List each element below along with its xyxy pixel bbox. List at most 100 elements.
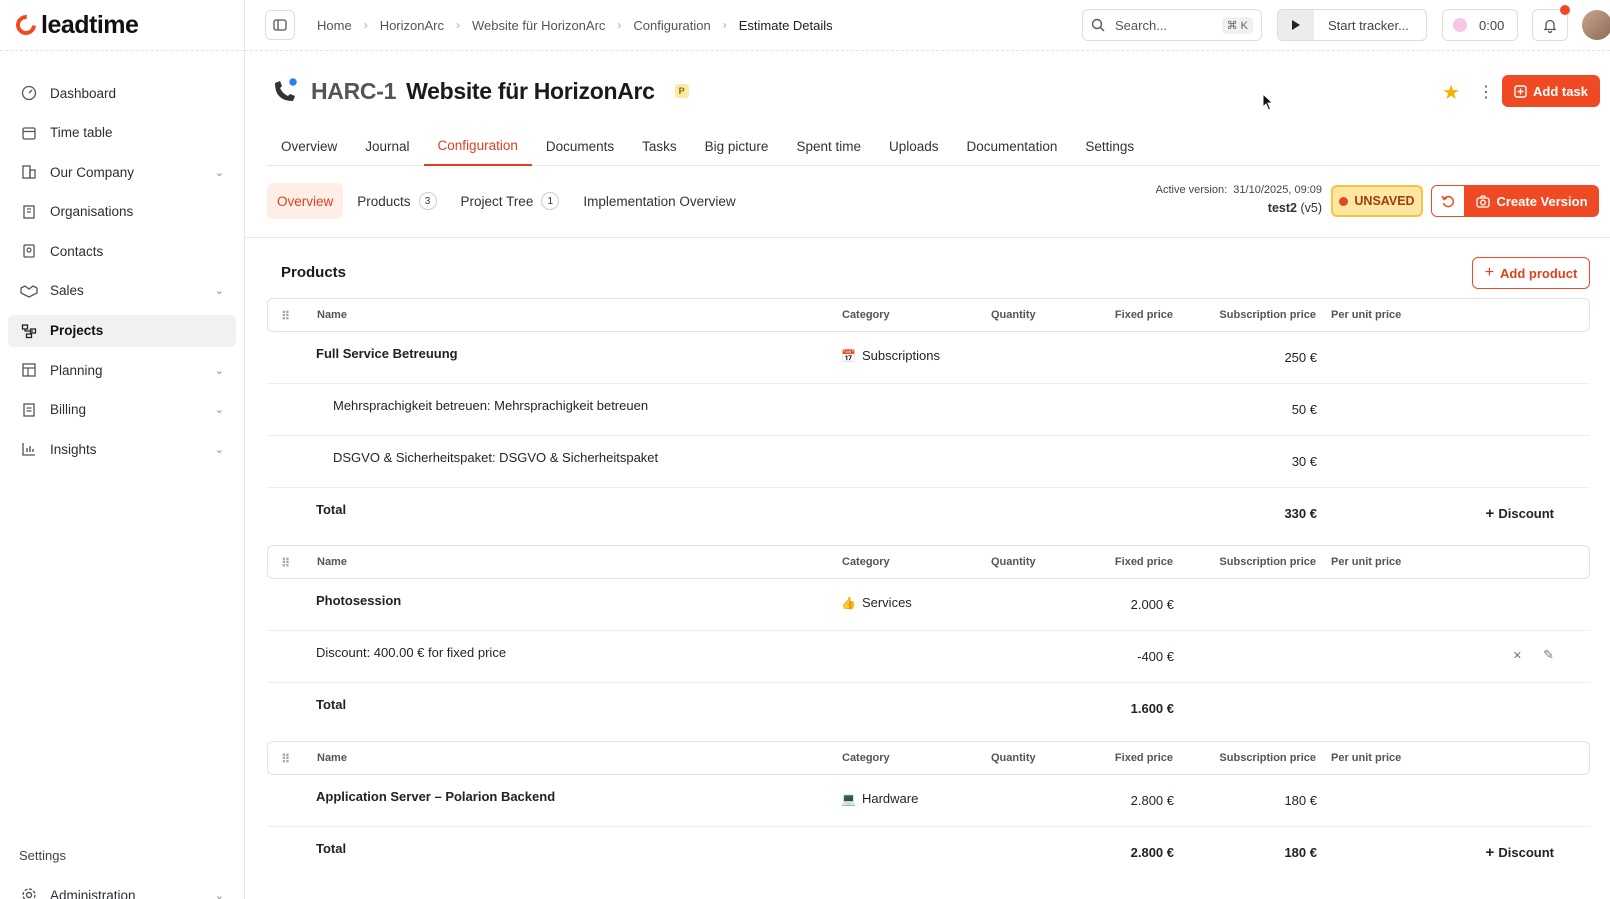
- column-header: Fixed price: [1114, 752, 1173, 764]
- product-group-table: ⠿ Name Category Quantity Fixed price Subscrip…: [267, 545, 1590, 735]
- subtab-count-badge: 3: [418, 192, 437, 210]
- sidebar-item-dashboard[interactable]: Dashboard: [8, 77, 236, 109]
- discount-label: Discount: [1498, 506, 1554, 521]
- tab-documents[interactable]: Documents: [532, 126, 628, 166]
- more-options-icon[interactable]: ⋮: [1478, 82, 1494, 102]
- plus-icon: +: [1484, 264, 1495, 281]
- product-group-table: ⠿ Name Category Quantity Fixed price Subscrip…: [267, 741, 1590, 879]
- column-header: Quantity: [991, 752, 1036, 764]
- subscription-price: 180 €: [1284, 793, 1317, 808]
- add-task-button[interactable]: Add task: [1502, 75, 1600, 107]
- column-header: Name: [317, 556, 347, 568]
- fixed-price: 2.800 €: [1130, 793, 1174, 808]
- create-version-button[interactable]: Create Version: [1465, 185, 1599, 217]
- product-category: 💻 Hardware: [841, 791, 918, 806]
- sidebar: leadtime Dashboard Time table Our Company ⌄…: [0, 0, 245, 899]
- revert-button[interactable]: [1431, 185, 1465, 217]
- settings-section-label: Settings: [19, 848, 66, 863]
- breadcrumb-item[interactable]: HorizonArc: [380, 18, 444, 33]
- version-name: test2: [1267, 201, 1297, 215]
- column-header: Fixed price: [1114, 556, 1173, 568]
- notifications-button[interactable]: [1532, 5, 1570, 41]
- sidebar-item-administration[interactable]: Administration ⌄: [8, 879, 236, 899]
- insights-icon: [20, 440, 38, 458]
- brand-logo[interactable]: leadtime: [0, 0, 244, 51]
- sidebar-item-label: Billing: [50, 402, 87, 418]
- topbar: Home › HorizonArc › Website für HorizonArc › C…: [245, 0, 1610, 51]
- avatar[interactable]: [1582, 10, 1610, 40]
- column-header: Quantity: [991, 309, 1036, 321]
- total-row: Total 2.800 € 180 € + Discount: [267, 827, 1590, 879]
- chevron-right-icon: ›: [455, 18, 460, 32]
- unsaved-label: UNSAVED: [1354, 194, 1415, 208]
- tab-uploads[interactable]: Uploads: [875, 126, 953, 166]
- total-subscription-price: 330 €: [1284, 506, 1317, 521]
- star-icon[interactable]: ★: [1442, 80, 1460, 105]
- sidebar-item-organisations[interactable]: Organisations: [8, 196, 236, 228]
- search-shortcut: ⌘ K: [1221, 16, 1253, 34]
- section-divider: [245, 237, 1610, 238]
- subtab-label: Implementation Overview: [583, 193, 736, 209]
- tab-spent-time[interactable]: Spent time: [782, 126, 875, 166]
- sidebar-toggle-button[interactable]: [265, 10, 295, 40]
- tab-tasks[interactable]: Tasks: [628, 126, 691, 166]
- table-row: DSGVO & Sicherheitspaket: DSGVO & Sicher…: [267, 436, 1590, 488]
- add-discount-button[interactable]: + Discount: [1485, 505, 1554, 522]
- timer-display[interactable]: 0:00: [1442, 9, 1518, 41]
- sidebar-item-sales[interactable]: Sales ⌄: [8, 275, 236, 307]
- sidebar-item-billing[interactable]: Billing ⌄: [8, 394, 236, 426]
- phone-icon: [275, 76, 299, 101]
- building-icon: [20, 163, 38, 181]
- chevron-right-icon: ›: [722, 18, 727, 32]
- table-row: Full Service Betreuung 📅 Subscriptions 250 …: [267, 332, 1590, 384]
- subtab-overview[interactable]: Overview: [267, 183, 344, 219]
- config-subtabs: Overview Products 3 Project Tree 1 Implementa…: [267, 183, 750, 219]
- tab-big-picture[interactable]: Big picture: [691, 126, 783, 166]
- column-header: Name: [317, 752, 347, 764]
- tab-settings[interactable]: Settings: [1071, 126, 1148, 166]
- sidebar-toggle-icon: [273, 19, 287, 31]
- column-header: Per unit price: [1331, 752, 1402, 764]
- breadcrumb-item[interactable]: Configuration: [633, 18, 710, 33]
- tab-configuration[interactable]: Configuration: [423, 126, 532, 166]
- sidebar-item-insights[interactable]: Insights ⌄: [8, 433, 236, 465]
- close-icon[interactable]: ✕: [1513, 649, 1522, 662]
- subscription-price: 30 €: [1291, 454, 1317, 469]
- tab-journal[interactable]: Journal: [351, 126, 423, 166]
- main-content: Home › HorizonArc › Website für HorizonArc › C…: [245, 0, 1610, 899]
- drag-handle-icon[interactable]: ⠿: [281, 752, 290, 766]
- table-header: ⠿ Name Category Quantity Fixed price Subscrip…: [267, 741, 1590, 775]
- tab-overview[interactable]: Overview: [267, 126, 351, 166]
- sidebar-item-time-table[interactable]: Time table: [8, 117, 236, 149]
- active-version-date: 31/10/2025, 09:09: [1233, 184, 1322, 196]
- subscription-price: 250 €: [1284, 350, 1317, 365]
- pencil-icon[interactable]: ✎: [1543, 647, 1554, 663]
- start-tracker-button[interactable]: Start tracker...: [1277, 9, 1427, 41]
- add-product-button[interactable]: + Add product: [1472, 257, 1590, 289]
- notification-badge: [1560, 5, 1570, 15]
- discount-label: Discount: [1498, 845, 1554, 860]
- search-input[interactable]: Search... ⌘ K: [1082, 9, 1262, 41]
- sidebar-item-contacts[interactable]: Contacts: [8, 235, 236, 267]
- sidebar-item-our-company[interactable]: Our Company ⌄: [8, 156, 236, 188]
- drag-handle-icon[interactable]: ⠿: [281, 556, 290, 570]
- sidebar-item-projects[interactable]: Projects: [8, 314, 236, 347]
- sidebar-item-label: Contacts: [50, 243, 104, 259]
- column-header: Category: [842, 556, 890, 568]
- breadcrumb-item[interactable]: Home: [317, 18, 352, 33]
- subtab-implementation-overview[interactable]: Implementation Overview: [573, 183, 745, 219]
- sidebar-item-label: Administration: [50, 887, 136, 899]
- sidebar-item-label: Projects: [50, 323, 104, 339]
- breadcrumb-item[interactable]: Website für HorizonArc: [472, 18, 605, 33]
- product-name: Application Server – Polarion Backend: [316, 789, 556, 804]
- table-row: Photosession 👍 Services 2.000 €: [267, 579, 1590, 631]
- drag-handle-icon[interactable]: ⠿: [281, 309, 290, 323]
- subtab-products[interactable]: Products 3: [347, 183, 446, 219]
- sidebar-item-planning[interactable]: Planning ⌄: [8, 354, 236, 386]
- subtab-project-tree[interactable]: Project Tree 1: [451, 183, 570, 219]
- subtab-label: Overview: [277, 193, 334, 209]
- plus-icon: +: [1485, 844, 1499, 861]
- category-label: Services: [861, 595, 912, 610]
- tab-documentation[interactable]: Documentation: [953, 126, 1072, 166]
- add-discount-button[interactable]: + Discount: [1485, 844, 1554, 861]
